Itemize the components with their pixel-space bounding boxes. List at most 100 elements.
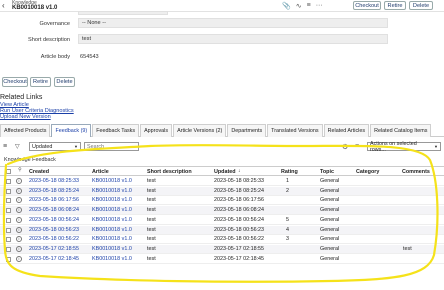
row-checkbox[interactable] [6, 256, 11, 262]
row-preview-icon[interactable]: i [16, 187, 22, 194]
cell-article[interactable]: KB0010018 v1.0 [92, 256, 132, 263]
retire-button-bottom[interactable]: Retire [30, 77, 51, 87]
row-checkbox[interactable] [6, 188, 11, 194]
column-header-short-description[interactable]: Short description [147, 168, 192, 176]
cell-created[interactable]: 2023-05-18 06:08:24 [29, 207, 79, 214]
column-header-topic[interactable]: Topic [320, 168, 334, 176]
column-header-comments[interactable]: Comments [402, 168, 430, 176]
cell-topic: General [320, 207, 340, 214]
cell-article[interactable]: KB0010018 v1.0 [92, 246, 132, 253]
column-header-created[interactable]: Created [29, 168, 49, 176]
actions-select[interactable]: Actions on selected rows... ▼ [367, 141, 441, 153]
search-icon[interactable]: ⚲ [17, 168, 23, 174]
cell-created[interactable]: 2023-05-18 08:25:24 [29, 188, 79, 195]
cell-article[interactable]: KB0010018 v1.0 [92, 236, 132, 243]
cell-article[interactable]: KB0010018 v1.0 [92, 217, 132, 224]
row-checkbox[interactable] [6, 208, 11, 214]
activity-icon[interactable]: ∿ [296, 2, 302, 10]
table-row[interactable]: i 2023-05-18 06:17:56 KB0010018 v1.0 test 20… [0, 196, 444, 206]
column-header-article[interactable]: Article [92, 168, 109, 176]
row-checkbox[interactable] [6, 237, 11, 243]
short-description-field[interactable]: test [78, 34, 388, 44]
tab-departments[interactable]: Departments [227, 124, 267, 137]
tab-related-catalog-items[interactable]: Related Catalog Items [370, 124, 432, 137]
cell-updated: 2023-05-18 00:56:22 [214, 236, 265, 243]
gear-icon[interactable]: ⚙ [342, 143, 348, 151]
tab-feedback-tasks[interactable]: Feedback Tasks [92, 124, 140, 137]
column-header-rating[interactable]: Rating [281, 168, 298, 176]
table-row[interactable]: i 2023-05-18 00:56:22 KB0010018 v1.0 test 20… [0, 235, 444, 245]
select-all-checkbox[interactable] [6, 169, 11, 174]
list-menu-icon[interactable]: ≡ [3, 143, 7, 150]
cell-updated: 2023-05-18 06:08:24 [214, 207, 265, 214]
governance-label: Governance [39, 21, 70, 27]
related-list-tabs: Affected Products Feedback (9) Feedback … [0, 124, 444, 137]
tab-feedback[interactable]: Feedback (9) [51, 124, 92, 137]
delete-button-bottom[interactable]: Delete [54, 77, 75, 87]
cell-topic: General [320, 226, 340, 233]
cell-article[interactable]: KB0010018 v1.0 [92, 207, 132, 214]
attachment-icon[interactable]: 📎 [282, 2, 291, 10]
tab-approvals[interactable]: Approvals [140, 124, 173, 137]
cell-rating: 4 [286, 226, 289, 233]
tab-translated-versions[interactable]: Translated Versions [267, 124, 323, 137]
hidden-top-field[interactable] [78, 11, 168, 15]
row-checkbox[interactable] [6, 198, 11, 204]
cell-created[interactable]: 2023-05-18 00:56:24 [29, 217, 79, 224]
row-preview-icon[interactable]: i [16, 207, 22, 214]
chevron-down-icon: ▼ [434, 144, 438, 149]
cell-created[interactable]: 2023-05-18 06:17:56 [29, 197, 79, 204]
back-arrow-icon[interactable]: ‹ [2, 1, 10, 10]
cell-created[interactable]: 2023-05-17 02:18:55 [29, 246, 79, 253]
tab-affected-products[interactable]: Affected Products [0, 124, 51, 137]
cell-created[interactable]: 2023-05-18 00:56:23 [29, 227, 79, 234]
table-row[interactable]: i 2023-05-18 00:56:24 KB0010018 v1.0 test 20… [0, 216, 444, 225]
table-row[interactable]: i 2023-05-18 06:08:24 KB0010018 v1.0 test 20… [0, 206, 444, 216]
cell-created[interactable]: 2023-05-18 00:56:22 [29, 236, 79, 243]
more-options-icon[interactable]: ··· [316, 2, 323, 9]
retire-button[interactable]: Retire [384, 1, 406, 10]
row-preview-icon[interactable]: i [16, 178, 22, 184]
cell-article[interactable]: KB0010018 v1.0 [92, 178, 132, 185]
table-row[interactable]: i 2023-05-17 02:18:45 KB0010018 v1.0 test 20… [0, 255, 444, 264]
settings-icon[interactable]: ≡ [307, 2, 311, 9]
cell-created[interactable]: 2023-05-17 02:18:45 [29, 256, 79, 263]
table-row[interactable]: i 2023-05-18 08:25:33 KB0010018 v1.0 test 20… [0, 177, 444, 186]
tab-article-versions[interactable]: Article Versions (2) [173, 124, 227, 137]
table-row[interactable]: i 2023-05-17 02:18:55 KB0010018 v1.0 test 20… [0, 244, 444, 254]
list-search-input[interactable] [84, 142, 139, 151]
delete-button[interactable]: Delete [409, 1, 433, 10]
cell-short-description: test [147, 187, 156, 194]
upload-new-version-link[interactable]: Upload New Version [0, 114, 51, 120]
checkout-button[interactable]: Checkout [353, 1, 381, 10]
cell-article[interactable]: KB0010018 v1.0 [92, 197, 132, 204]
row-preview-icon[interactable]: i [16, 255, 22, 262]
cell-updated: 2023-05-17 02:18:45 [214, 255, 265, 262]
cell-article[interactable]: KB0010018 v1.0 [92, 188, 132, 195]
cell-updated: 2023-05-18 08:25:24 [214, 187, 265, 194]
filter-icon[interactable]: ▽ [15, 143, 20, 150]
row-preview-icon[interactable]: i [16, 216, 22, 223]
related-links-title: Related Links [0, 94, 43, 101]
row-checkbox[interactable] [6, 227, 11, 233]
cell-article[interactable]: KB0010018 v1.0 [92, 227, 132, 234]
row-checkbox[interactable] [6, 246, 11, 252]
table-row[interactable]: i 2023-05-18 08:25:24 KB0010018 v1.0 test 20… [0, 186, 444, 196]
column-header-category[interactable]: Category [356, 168, 379, 176]
governance-select[interactable]: -- None -- [78, 18, 388, 28]
column-header-updated[interactable]: Updated [214, 168, 236, 176]
sort-field-select[interactable]: Updated ▼ [29, 142, 81, 151]
row-preview-icon[interactable]: i [16, 236, 22, 243]
cell-rating: 3 [286, 236, 289, 243]
row-preview-icon[interactable]: i [16, 197, 22, 204]
row-checkbox[interactable] [6, 217, 11, 223]
cell-short-description: test [147, 236, 156, 243]
table-row[interactable]: i 2023-05-18 00:56:23 KB0010018 v1.0 test 20… [0, 225, 444, 235]
checkout-button-bottom[interactable]: Checkout [2, 77, 28, 87]
row-preview-icon[interactable]: i [16, 226, 22, 233]
row-preview-icon[interactable]: i [16, 245, 22, 252]
row-checkbox[interactable] [6, 179, 11, 184]
cell-created[interactable]: 2023-05-18 08:25:33 [29, 178, 79, 185]
tab-related-articles[interactable]: Related Articles [323, 124, 370, 137]
column-options-icon[interactable]: ≡ [355, 143, 359, 150]
